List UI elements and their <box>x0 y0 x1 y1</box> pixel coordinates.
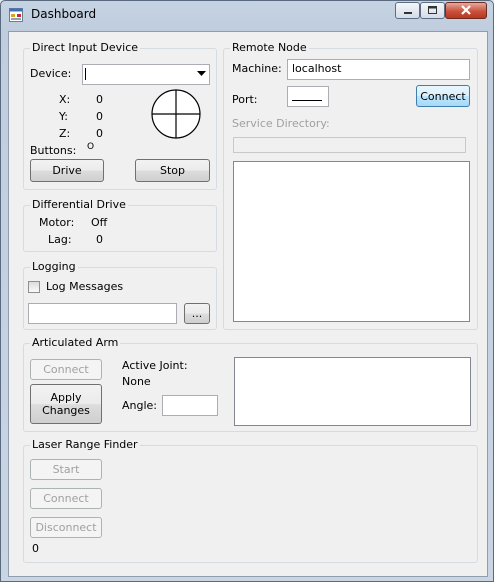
service-directory-label: Service Directory: <box>232 117 330 130</box>
y-value: 0 <box>96 110 103 123</box>
browse-button[interactable]: ... <box>184 303 210 324</box>
differential-drive-title: Differential Drive <box>30 198 128 211</box>
lag-value: 0 <box>96 233 103 246</box>
remote-node-output[interactable] <box>233 161 470 322</box>
port-input[interactable] <box>287 86 329 107</box>
angle-input[interactable] <box>162 395 218 416</box>
laser-range-finder-group: Laser Range Finder Start Connect Disconn… <box>23 438 478 563</box>
stop-button[interactable]: Stop <box>135 159 210 182</box>
log-file-input[interactable] <box>28 303 177 324</box>
client-area: Direct Input Device Device: X: 0 Y: 0 Z:… <box>8 31 488 577</box>
remote-node-title: Remote Node <box>230 41 309 54</box>
joystick-crosshair-icon[interactable] <box>151 89 201 139</box>
machine-value: localhost <box>292 62 342 75</box>
dashboard-window: Dashboard Direct Input Device Device: X:… <box>0 0 494 582</box>
text-cursor <box>85 68 86 80</box>
minimize-button[interactable] <box>395 2 420 19</box>
arm-connect-button[interactable]: Connect <box>30 359 102 380</box>
differential-drive-group: Differential Drive Motor: Off Lag: 0 <box>23 198 217 252</box>
service-directory-input[interactable] <box>233 137 466 153</box>
active-joint-label: Active Joint: <box>122 359 188 372</box>
chevron-down-icon <box>197 71 206 76</box>
log-messages-label: Log Messages <box>46 280 124 293</box>
app-form-icon <box>9 8 23 22</box>
device-label: Device: <box>30 67 72 80</box>
motor-value: Off <box>91 216 108 229</box>
laser-connect-button[interactable]: Connect <box>30 488 102 509</box>
z-label: Z: <box>59 127 71 140</box>
y-label: Y: <box>59 110 68 123</box>
articulated-arm-group: Articulated Arm Connect Apply Changes Ac… <box>23 336 478 432</box>
log-messages-checkbox[interactable] <box>28 281 40 293</box>
lag-label: Lag: <box>48 233 72 246</box>
direct-input-group: Direct Input Device Device: X: 0 Y: 0 Z:… <box>23 41 217 190</box>
x-label: X: <box>59 93 71 106</box>
maximize-icon <box>428 6 437 14</box>
x-value: 0 <box>96 93 103 106</box>
angle-label: Angle: <box>122 399 158 412</box>
drive-button[interactable]: Drive <box>30 159 104 182</box>
close-button[interactable] <box>445 2 487 19</box>
laser-start-button[interactable]: Start <box>30 459 102 480</box>
title-bar[interactable]: Dashboard <box>1 1 493 29</box>
machine-label: Machine: <box>232 62 282 75</box>
port-label: Port: <box>232 93 258 106</box>
close-icon <box>461 5 471 15</box>
buttons-value: O <box>87 142 95 152</box>
maximize-button[interactable] <box>420 2 445 19</box>
logging-group: Logging Log Messages ... <box>23 260 217 330</box>
arm-output[interactable] <box>234 357 471 426</box>
laser-value: 0 <box>32 542 39 555</box>
apply-changes-button[interactable]: Apply Changes <box>30 384 102 424</box>
window-title: Dashboard <box>31 7 97 21</box>
remote-connect-button[interactable]: Connect <box>416 85 470 107</box>
logging-title: Logging <box>30 260 78 273</box>
remote-node-group: Remote Node Machine: localhost Port: Con… <box>223 41 478 330</box>
buttons-label: Buttons: <box>30 144 77 157</box>
minimize-icon <box>404 12 412 14</box>
active-joint-value: None <box>122 375 151 388</box>
device-select[interactable] <box>82 64 210 85</box>
direct-input-title: Direct Input Device <box>30 41 141 54</box>
articulated-arm-title: Articulated Arm <box>30 336 121 349</box>
motor-label: Motor: <box>39 216 75 229</box>
machine-input[interactable]: localhost <box>287 59 470 80</box>
laser-disconnect-button[interactable]: Disconnect <box>30 517 102 538</box>
z-value: 0 <box>96 127 103 140</box>
laser-range-finder-title: Laser Range Finder <box>30 438 140 451</box>
